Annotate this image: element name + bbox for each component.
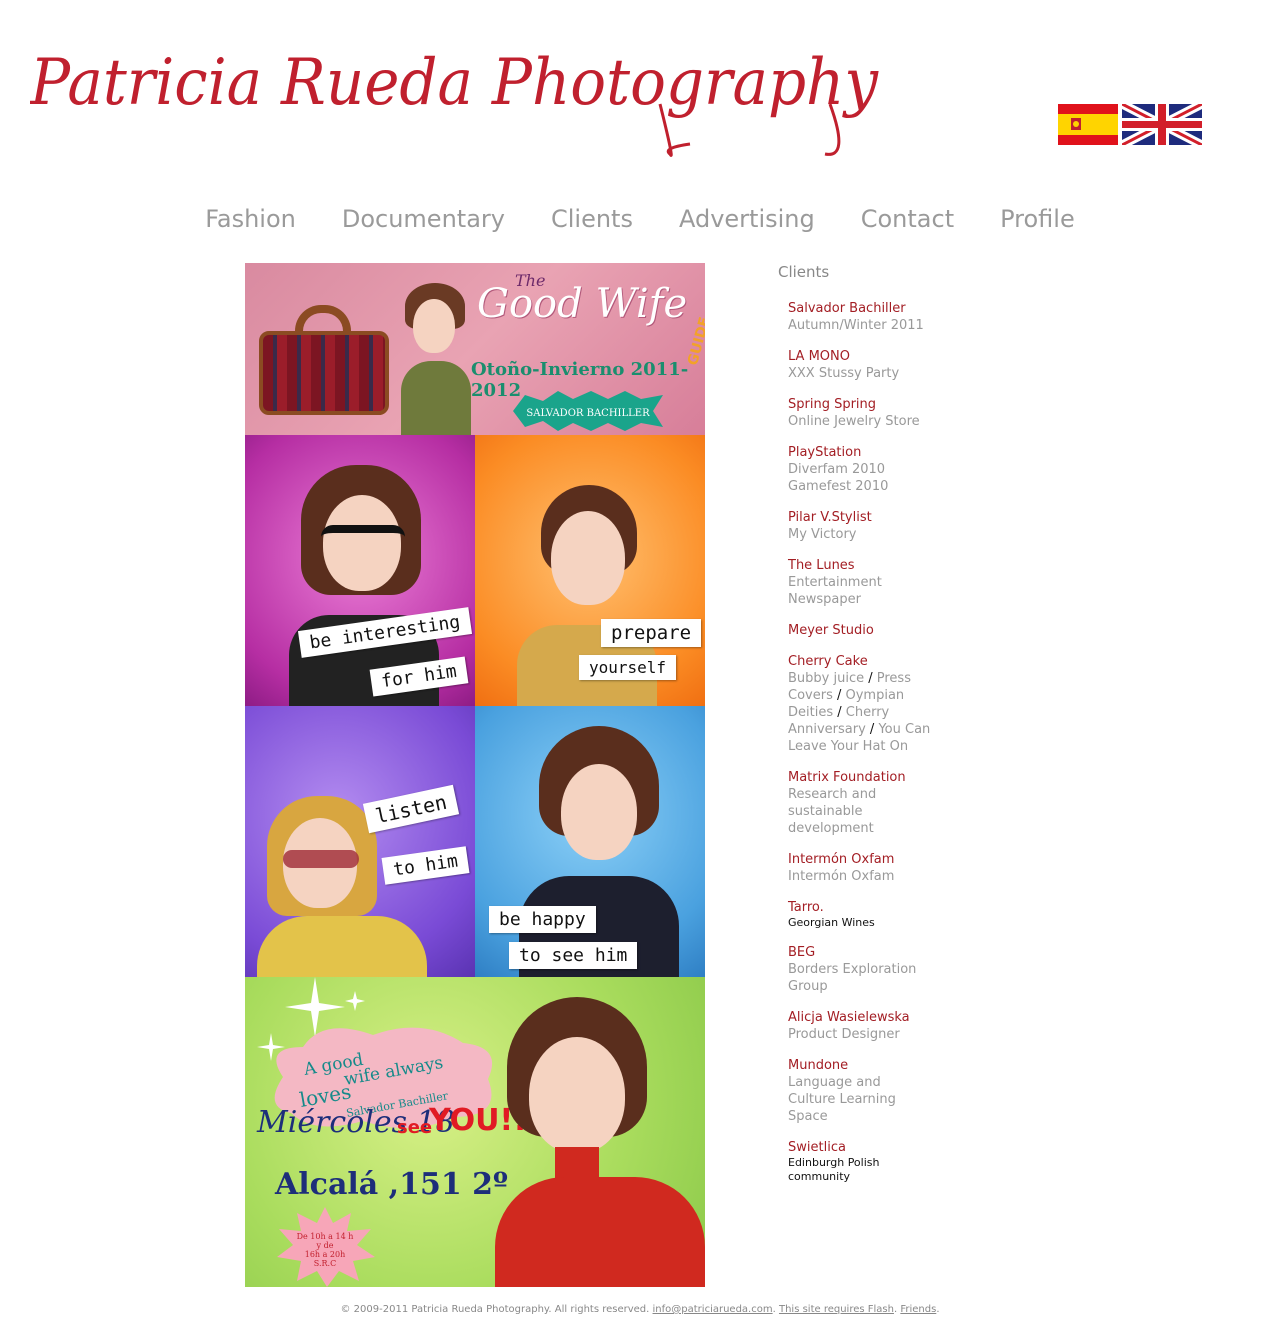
site-footer: © 2009-2011 Patricia Rueda Photography. … (0, 1304, 1280, 1315)
sign-be-happy: be happy (489, 906, 596, 933)
client-desc: Gamefest 2010 (788, 479, 889, 494)
client-name[interactable]: Swietlica (788, 1139, 938, 1156)
footer-dot: . (936, 1304, 940, 1315)
client-desc: Borders Exploration Group (788, 962, 917, 994)
client-intermon-oxfam: Intermón Oxfam Intermón Oxfam (788, 851, 938, 885)
poster-badge-text: SALVADOR BACHILLER (526, 408, 650, 419)
uk-flag-icon[interactable] (1122, 104, 1202, 145)
client-mundone: Mundone Language and Culture Learning Sp… (788, 1057, 938, 1125)
site-logo[interactable]: Patricia Rueda Photography (30, 34, 890, 164)
bag-illustration (259, 305, 389, 415)
client-desc: XXX Stussy Party (788, 366, 900, 381)
client-desc: Language and Culture Learning Space (788, 1075, 896, 1124)
poster-address: Alcalá ,151 2º (275, 1167, 509, 1202)
nav-profile[interactable]: Profile (1000, 205, 1075, 233)
poster-hours-burst: De 10h a 14 h y de 16h a 20h S.R.C (277, 1207, 375, 1287)
footer-dot: . (893, 1304, 898, 1315)
sidebar-heading: Clients (778, 263, 830, 281)
client-swietlica: Swietlica Edinburgh Polish community (788, 1139, 938, 1184)
client-projects: Bubby juice / Press Covers / Oympian Dei… (788, 670, 933, 755)
client-name[interactable]: Cherry Cake (788, 653, 938, 670)
client-desc: Intermón Oxfam (788, 869, 895, 884)
client-playstation: PlayStation Diverfam 2010 Gamefest 2010 (788, 444, 938, 495)
sign-yourself: yourself (579, 655, 677, 680)
client-name[interactable]: Tarro. (788, 899, 938, 916)
client-name[interactable]: Spring Spring (788, 396, 938, 413)
poster-title: Good Wife (477, 281, 688, 327)
nav-documentary[interactable]: Documentary (342, 205, 505, 233)
client-name[interactable]: BEG (788, 944, 938, 961)
client-beg: BEG Borders Exploration Group (788, 944, 938, 995)
copyright-text: © 2009-2011 Patricia Rueda Photography. … (340, 1304, 650, 1315)
main-nav: Fashion Documentary Clients Advertising … (0, 205, 1280, 233)
poster-see: see (397, 1117, 433, 1138)
client-desc: My Victory (788, 527, 857, 542)
spanish-flag-icon[interactable] (1058, 104, 1118, 145)
poster-panel-purple: listen to him (245, 706, 475, 977)
friends-link[interactable]: Friends (900, 1304, 936, 1315)
email-link[interactable]: info@patriciarueda.com (653, 1304, 773, 1315)
woman-with-curlers (395, 283, 475, 435)
client-name[interactable]: LA MONO (788, 348, 938, 365)
woman-with-victory-rolls (519, 726, 699, 977)
poster-panel-orange: prepare yourself (475, 435, 705, 706)
client-pilar-v-stylist: Pilar V.Stylist My Victory (788, 509, 938, 543)
good-wife-poster: The Good Wife GUIDE Otoño-Invierno 2011-… (245, 263, 705, 1287)
client-cherry-cake: Cherry Cake Bubby juice / Press Covers /… (788, 653, 938, 755)
hours-line-4: S.R.C (314, 1259, 336, 1268)
client-desc: Diverfam 2010 (788, 462, 886, 477)
hours-line-3: 16h a 20h (305, 1250, 346, 1259)
project-link[interactable]: Bubby juice (788, 671, 864, 686)
client-name[interactable]: Alicja Wasielewska (788, 1009, 938, 1026)
sign-prepare: prepare (601, 619, 702, 647)
separator: / (864, 671, 877, 686)
hours-line-1: De 10h a 14 h (297, 1232, 354, 1241)
client-desc: Product Designer (788, 1027, 900, 1042)
client-matrix-foundation: Matrix Foundation Research and sustainab… (788, 769, 938, 837)
client-meyer-studio: Meyer Studio (788, 622, 938, 639)
client-name[interactable]: Salvador Bachiller (788, 300, 938, 317)
nav-contact[interactable]: Contact (861, 205, 954, 233)
language-switcher (1058, 104, 1202, 145)
footer-dot: . (772, 1304, 776, 1315)
client-name[interactable]: Meyer Studio (788, 622, 938, 639)
separator: / (833, 705, 846, 720)
nav-fashion[interactable]: Fashion (205, 205, 296, 233)
poster-panel-magenta: be interesting for him (245, 435, 475, 706)
client-desc: Research and sustainable development (788, 787, 877, 836)
logo-text: Patricia Rueda Photography (30, 46, 879, 120)
client-desc: Online Jewelry Store (788, 414, 920, 429)
client-name[interactable]: Intermón Oxfam (788, 851, 938, 868)
sign-to-see-him: to see him (509, 942, 638, 969)
poster-badge-burst: SALVADOR BACHILLER (513, 391, 663, 431)
client-alicja-wasielewska: Alicja Wasielewska Product Designer (788, 1009, 938, 1043)
client-spring-spring: Spring Spring Online Jewelry Store (788, 396, 938, 430)
poster-panel-blue: be happy to see him (475, 706, 705, 977)
nav-advertising[interactable]: Advertising (679, 205, 815, 233)
client-tarro: Tarro. Georgian Wines (788, 899, 938, 930)
client-name[interactable]: PlayStation (788, 444, 938, 461)
client-desc: Georgian Wines (788, 916, 875, 929)
client-desc: Entertainment Newspaper (788, 575, 882, 607)
separator: / (865, 722, 879, 737)
client-name[interactable]: Matrix Foundation (788, 769, 938, 786)
separator: / (832, 688, 846, 703)
hours-line-2: y de (316, 1241, 334, 1250)
client-name[interactable]: Mundone (788, 1057, 938, 1074)
poster-panel-green: A good wife always loves Salvador Bachil… (245, 977, 705, 1287)
clients-sidebar: Clients Salvador Bachiller Autumn/Winter… (778, 263, 968, 1198)
client-the-lunes: The Lunes Entertainment Newspaper (788, 557, 938, 608)
client-name[interactable]: Pilar V.Stylist (788, 509, 938, 526)
poster-header-panel: The Good Wife GUIDE Otoño-Invierno 2011-… (245, 263, 705, 435)
client-la-mono: LA MONO XXX Stussy Party (788, 348, 938, 382)
client-salvador-bachiller: Salvador Bachiller Autumn/Winter 2011 (788, 300, 938, 334)
flash-notice-link[interactable]: This site requires Flash (779, 1304, 894, 1315)
client-desc: Autumn/Winter 2011 (788, 318, 924, 333)
client-name[interactable]: The Lunes (788, 557, 938, 574)
woman-in-red (495, 997, 705, 1287)
nav-clients[interactable]: Clients (551, 205, 633, 233)
client-desc: Edinburgh Polish community (788, 1156, 880, 1183)
